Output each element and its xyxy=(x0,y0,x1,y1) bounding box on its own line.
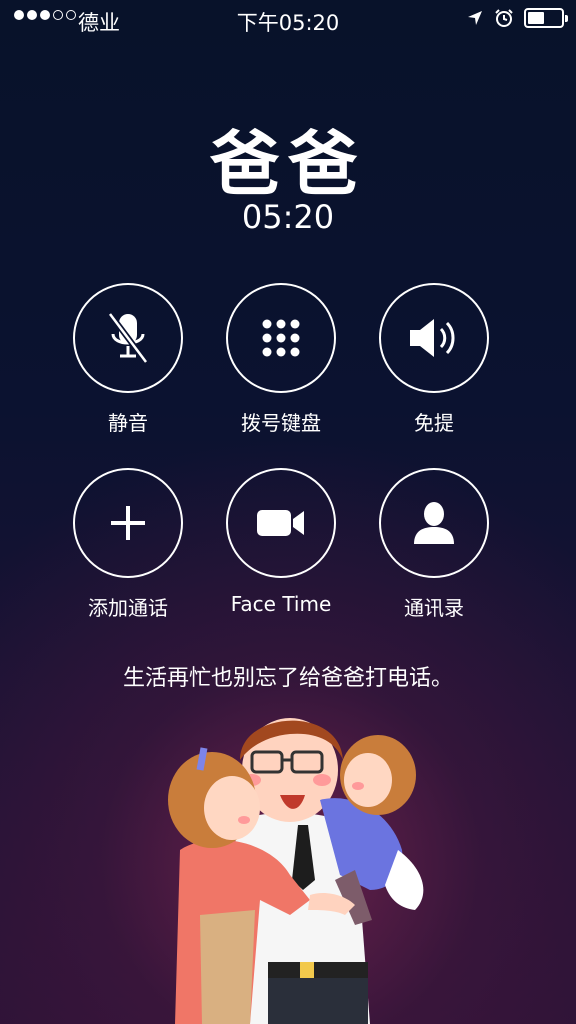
keypad-icon xyxy=(262,319,300,357)
facetime-label: Face Time xyxy=(230,592,332,616)
add-call-label: 添加通话 xyxy=(88,596,168,620)
battery-icon xyxy=(524,8,568,28)
call-screen: 德业 下午05:20 爸爸 05:20 静音 拨号键盘 免提 添加通话 Face… xyxy=(0,0,576,1024)
keypad-button[interactable]: 拨号键盘 xyxy=(206,283,356,436)
location-icon xyxy=(468,11,482,25)
family-hug-illustration xyxy=(168,718,424,1024)
status-bar: 德业 下午05:20 xyxy=(0,0,576,40)
speaker-button[interactable]: 免提 xyxy=(359,283,509,436)
reminder-message: 生活再忙也别忘了给爸爸打电话。 xyxy=(122,666,453,691)
facetime-icon xyxy=(257,510,304,536)
add-call-icon xyxy=(111,506,145,540)
contacts-icon xyxy=(414,502,454,544)
speaker-label: 免提 xyxy=(414,411,454,435)
contacts-label: 通讯录 xyxy=(404,596,464,620)
caller-name: 爸爸 xyxy=(210,123,366,205)
contacts-button[interactable]: 通讯录 xyxy=(359,468,509,621)
mute-button[interactable]: 静音 xyxy=(53,283,203,436)
alarm-icon xyxy=(495,9,513,27)
call-duration: 05:20 xyxy=(241,198,335,236)
add-call-button[interactable]: 添加通话 xyxy=(53,468,203,621)
mute-icon xyxy=(107,312,149,364)
speaker-icon xyxy=(410,319,455,357)
battery-level xyxy=(528,12,544,24)
facetime-button[interactable]: Face Time xyxy=(206,468,356,616)
mute-label: 静音 xyxy=(108,411,148,435)
keypad-label: 拨号键盘 xyxy=(241,411,321,435)
